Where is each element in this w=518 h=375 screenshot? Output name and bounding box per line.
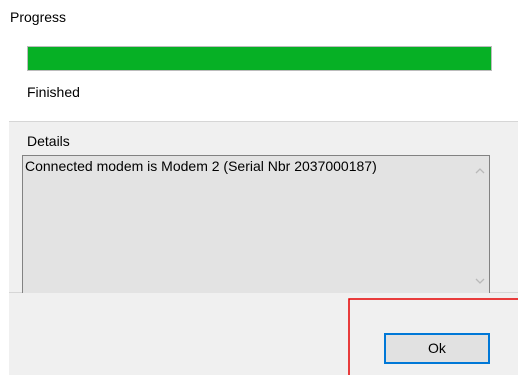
dialog-footer: Ok [9, 293, 518, 375]
progress-window: Progress Finished Details Connected mode… [0, 0, 518, 375]
progress-fill [28, 47, 491, 70]
progress-section: Finished [9, 37, 518, 122]
details-text: Connected modem is Modem 2 (Serial Nbr 2… [25, 158, 377, 174]
chevron-down-icon[interactable] [474, 276, 486, 286]
window-title: Progress [10, 9, 67, 25]
progress-dialog: Finished Details Connected modem is Mode… [9, 37, 518, 375]
progress-status: Finished [27, 84, 80, 100]
details-section: Details Connected modem is Modem 2 (Seri… [9, 122, 518, 297]
progress-bar [27, 46, 492, 71]
ok-button[interactable]: Ok [384, 333, 490, 364]
chevron-up-icon[interactable] [474, 166, 486, 176]
details-label: Details [27, 133, 70, 149]
details-box[interactable]: Connected modem is Modem 2 (Serial Nbr 2… [22, 155, 490, 297]
